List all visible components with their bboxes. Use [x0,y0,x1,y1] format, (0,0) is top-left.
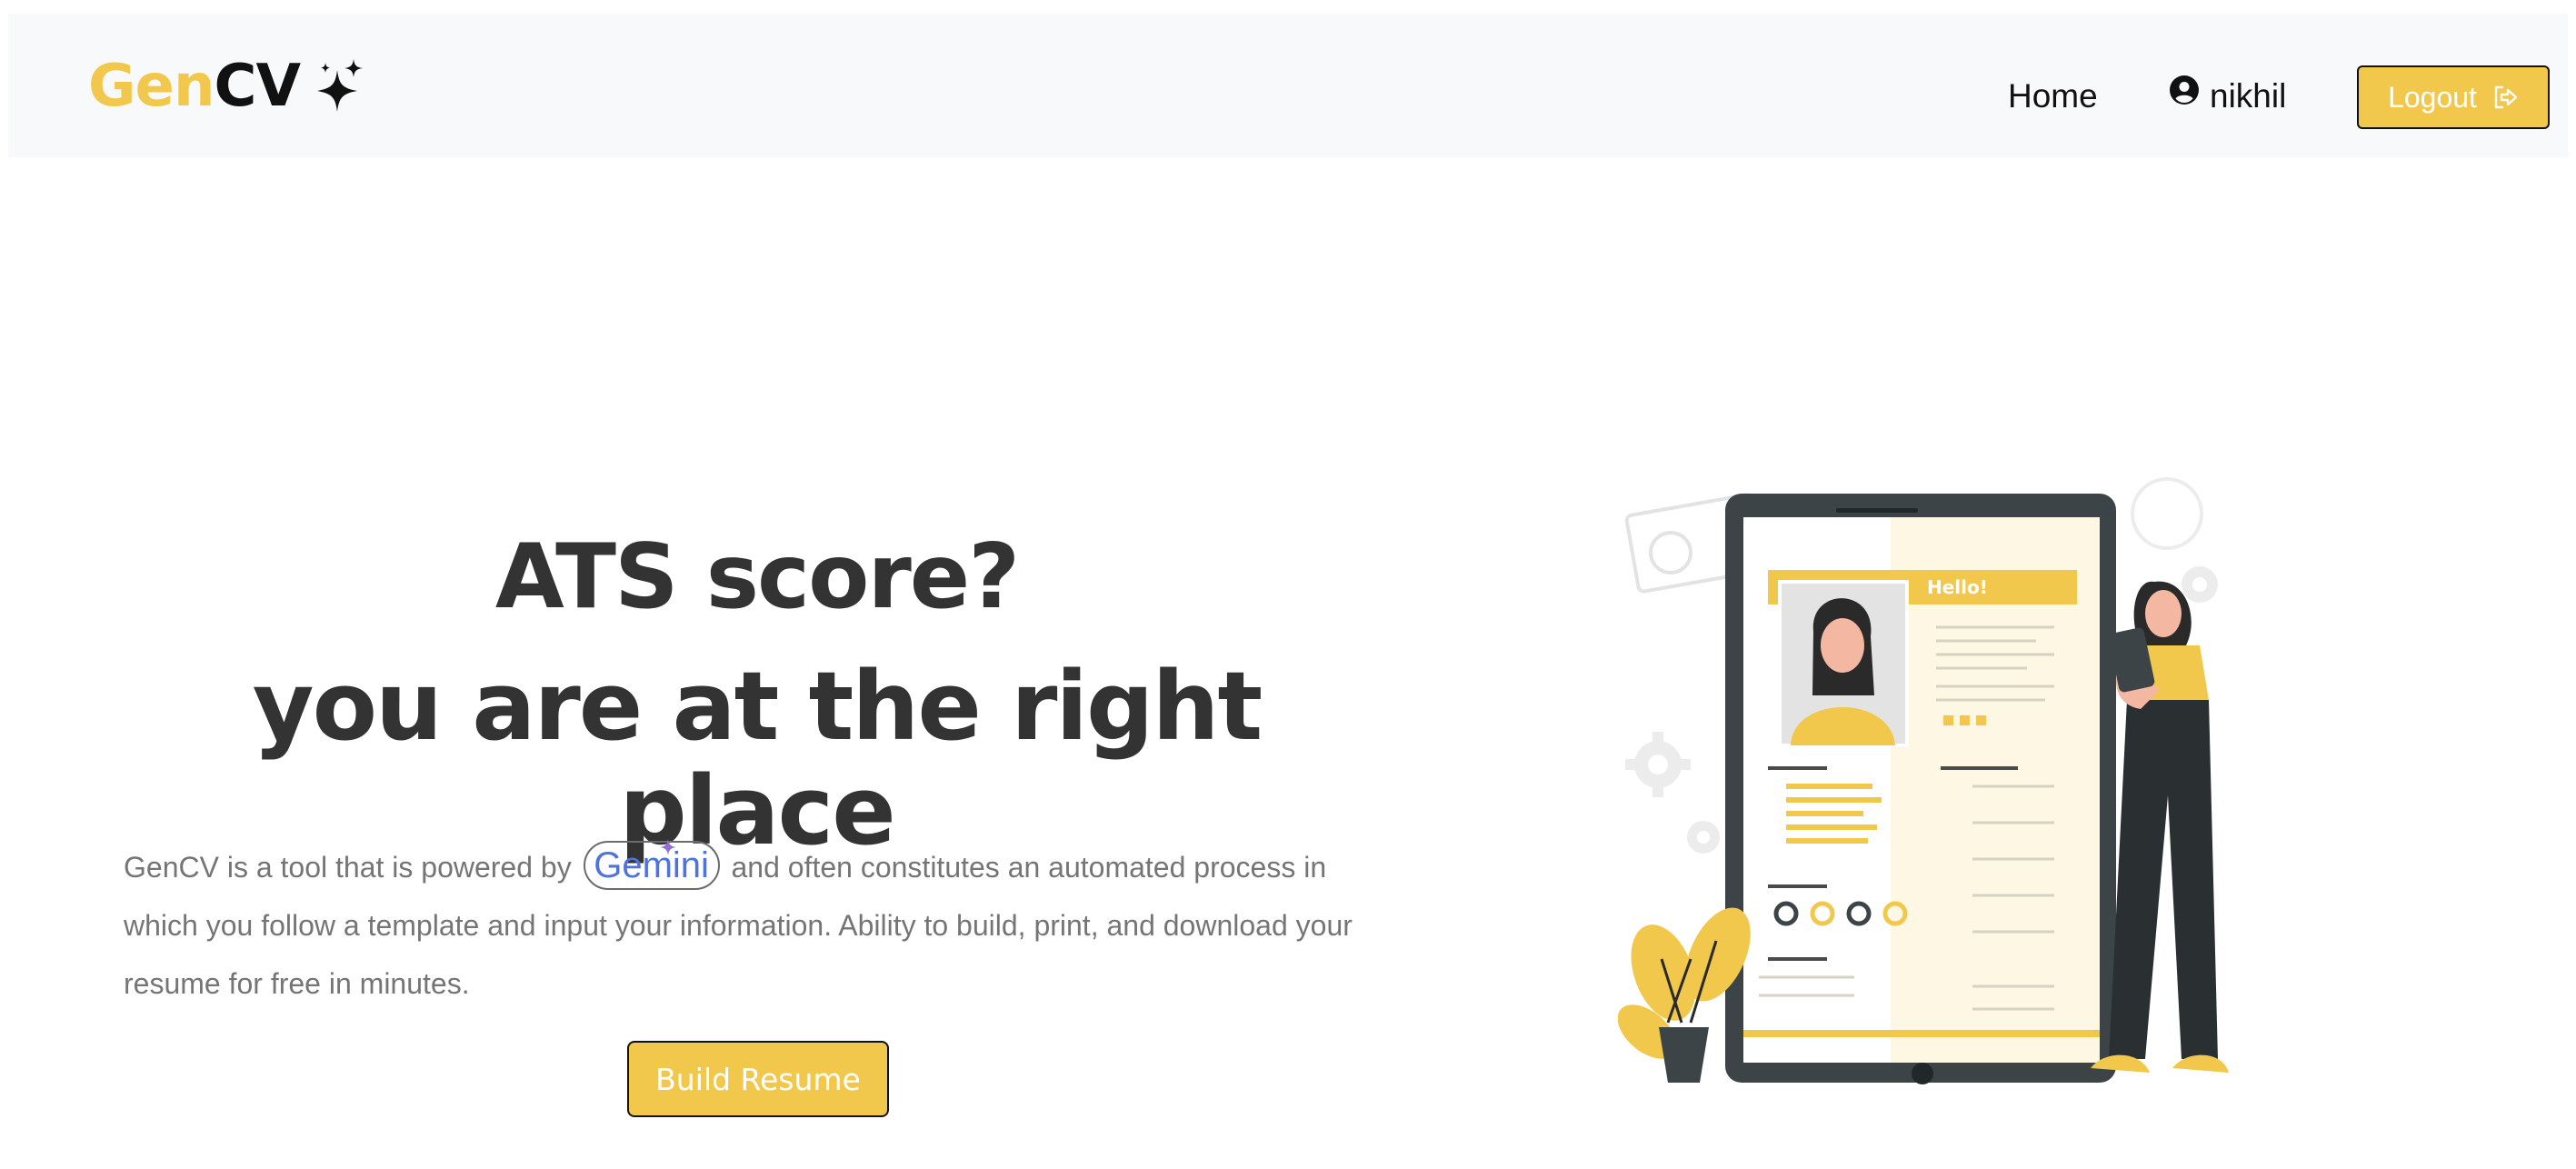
desc-before: GenCV is a tool that is powered by [124,851,572,884]
hero-description: GenCV is a tool that is powered by Gemin… [124,838,1378,1013]
logout-label: Logout [2388,80,2477,114]
hero-title-line2: you are at the right place [252,651,1263,866]
gemini-label: Gemini [594,844,709,885]
brand-logo[interactable]: Gen CV [88,57,365,115]
username-label: nikhil [2210,77,2287,115]
nav-user[interactable]: nikhil [2170,75,2287,115]
hero-title-line1: ATS score? [494,525,1020,629]
nav-home-link[interactable]: Home [2008,77,2098,115]
navbar: Gen CV Home nikhil Logout [8,14,2568,157]
brand-cv-text: CV [214,53,301,120]
logout-icon [2494,85,2518,109]
hello-label: Hello! [1927,576,1988,598]
brand-gen-text: Gen [88,53,215,120]
resume-illustration: Hello! [1618,477,2229,1084]
gemini-badge: Gemini [583,838,720,890]
gemini-star-icon [659,838,676,855]
logout-button[interactable]: Logout [2357,65,2550,129]
build-resume-button[interactable]: Build Resume [627,1041,889,1117]
background-bulb [2131,477,2203,550]
sparkle-icon [317,59,363,112]
user-circle-icon [2170,75,2199,105]
